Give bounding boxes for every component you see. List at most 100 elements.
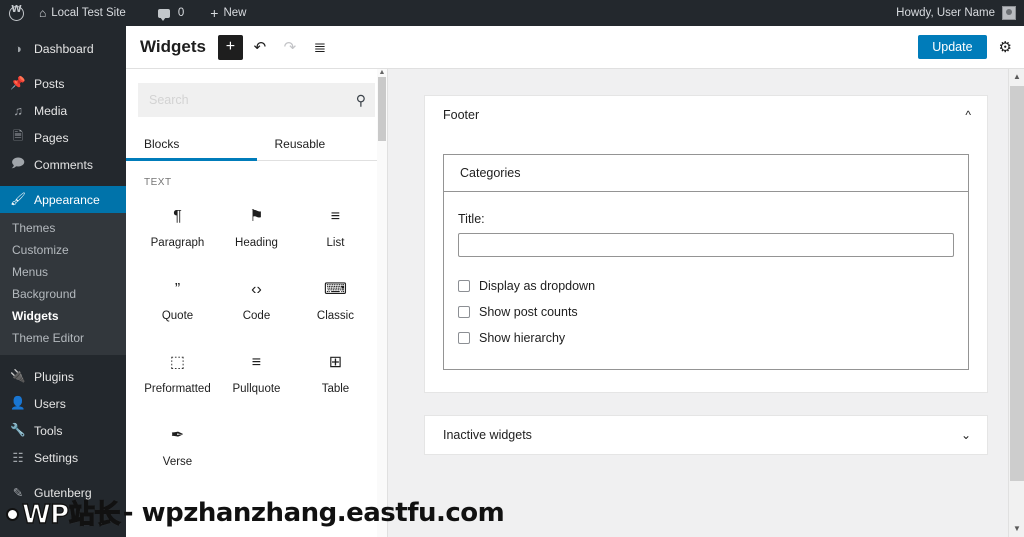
submenu-item-widgets[interactable]: Widgets	[0, 305, 126, 327]
block-item-label: Verse	[163, 456, 192, 468]
scroll-up-arrow-icon[interactable]: ▲	[1009, 69, 1024, 85]
sidebar-item-dashboard[interactable]: ◑ Dashboard	[0, 35, 126, 62]
comments-menu[interactable]: 0	[150, 0, 192, 26]
page-scrollbar-thumb[interactable]	[1010, 86, 1024, 481]
comment-bubble-icon	[158, 9, 170, 18]
block-grid: ¶ Paragraph ⚑ Heading ≡ List ” Quote ‹› …	[126, 192, 387, 484]
watermark: WP站长 - wpzhanzhang.eastfu.com	[6, 494, 504, 531]
option-display-as-dropdown[interactable]: Display as dropdown	[458, 279, 954, 293]
update-button[interactable]: Update	[918, 35, 986, 60]
footer-panel-header[interactable]: Footer ^	[425, 96, 987, 134]
account-menu[interactable]: Howdy, User Name	[896, 6, 1024, 20]
block-item-paragraph[interactable]: ¶ Paragraph	[138, 192, 217, 265]
list-view-button[interactable]: ≣	[307, 34, 333, 60]
option-label: Display as dropdown	[479, 279, 595, 293]
block-item-classic[interactable]: ⌨ Classic	[296, 265, 375, 338]
block-item-preformatted[interactable]: ⬚ Preformatted	[138, 338, 217, 411]
comment-count: 0	[178, 7, 184, 19]
undo-button[interactable]: ↶	[247, 34, 273, 60]
plus-icon: +	[226, 39, 235, 55]
block-item-quote[interactable]: ” Quote	[138, 265, 217, 338]
settings-gear-button[interactable]: ⚙	[999, 38, 1012, 56]
sidebar-item-label: Media	[34, 104, 67, 118]
block-item-list[interactable]: ≡ List	[296, 192, 375, 265]
option-show-hierarchy[interactable]: Show hierarchy	[458, 331, 954, 345]
sidebar-item-posts[interactable]: 📌 Posts	[0, 70, 126, 97]
title-input[interactable]	[458, 233, 954, 257]
site-name-menu[interactable]: ⌂ Local Test Site	[31, 0, 134, 26]
sidebar-item-comments[interactable]: 🗩 Comments	[0, 151, 126, 178]
wordpress-widgets-screen: ⌂ Local Test Site 0 + New Howdy, User Na…	[0, 0, 1024, 537]
inactive-panel-header[interactable]: Inactive widgets ⌄	[425, 416, 987, 454]
block-item-pullquote[interactable]: ≡ Pullquote	[217, 338, 296, 411]
sidebar-item-users[interactable]: 👤 Users	[0, 390, 126, 417]
user-icon: 👤	[10, 396, 26, 411]
checkbox[interactable]	[458, 280, 470, 292]
block-item-code[interactable]: ‹› Code	[217, 265, 296, 338]
sidebar-item-settings[interactable]: ☷ Settings	[0, 444, 126, 471]
sidebar-item-label: Comments	[34, 158, 93, 172]
watermark-outline-text: WP站长	[22, 494, 120, 531]
scroll-up-arrow-icon[interactable]: ▲	[378, 69, 386, 76]
block-item-table[interactable]: ⊞ Table	[296, 338, 375, 411]
checkbox[interactable]	[458, 306, 470, 318]
pin-icon: 📌	[10, 76, 26, 91]
block-inserter-toggle-button[interactable]: +	[218, 35, 243, 60]
block-item-label: Preformatted	[144, 383, 210, 395]
wordpress-logo-button[interactable]	[0, 0, 31, 26]
widget-categories-form: Title: Display as dropdown Show post cou…	[444, 192, 968, 369]
redo-button[interactable]: ↷	[277, 34, 303, 60]
sidebar-item-appearance[interactable]: 🖌 Appearance	[0, 186, 126, 213]
verse-feather-icon: ✒	[171, 427, 184, 444]
search-area: Search ⚲	[126, 69, 387, 117]
block-item-heading[interactable]: ⚑ Heading	[217, 192, 296, 265]
page-scrollbar[interactable]: ▲ ▼	[1008, 69, 1024, 537]
chevron-up-icon[interactable]: ^	[965, 108, 971, 122]
heading-bookmark-icon: ⚑	[249, 208, 263, 225]
widget-categories-title[interactable]: Categories	[444, 155, 968, 192]
inserter-scrollbar-thumb[interactable]	[378, 77, 386, 141]
watermark-url-text: - wpzhanzhang.eastfu.com	[123, 498, 505, 528]
sidebar-item-tools[interactable]: 🔧 Tools	[0, 417, 126, 444]
appearance-submenu: Themes Customize Menus Background Widget…	[0, 213, 126, 355]
sidebar-item-pages[interactable]: 🗎 Pages	[0, 124, 126, 151]
wordpress-logo-icon	[9, 6, 24, 21]
widget-areas-container: Footer ^ Categories Title: Display as dr…	[388, 69, 1008, 537]
preformatted-icon: ⬚	[170, 354, 185, 371]
sidebar-item-label: Appearance	[34, 193, 100, 207]
scroll-down-arrow-icon[interactable]: ▼	[1009, 521, 1024, 537]
page-title: Widgets	[140, 37, 206, 57]
submenu-item-menus[interactable]: Menus	[0, 261, 126, 283]
widget-categories: Categories Title: Display as dropdown Sh	[443, 154, 969, 370]
inserter-tabs: Blocks Reusable	[126, 131, 387, 161]
block-item-label: Pullquote	[232, 383, 280, 395]
widget-options: Display as dropdown Show post counts Sho…	[458, 279, 954, 345]
chevron-down-icon[interactable]: ⌄	[961, 428, 971, 442]
submenu-item-themes[interactable]: Themes	[0, 217, 126, 239]
code-icon: ‹›	[251, 281, 262, 298]
sidebar-item-plugins[interactable]: 🔌 Plugins	[0, 363, 126, 390]
search-icon: ⚲	[356, 92, 366, 109]
submenu-item-customize[interactable]: Customize	[0, 239, 126, 261]
sidebar-item-media[interactable]: ♫ Media	[0, 97, 126, 124]
watermark-dot-icon	[6, 508, 19, 521]
tab-blocks[interactable]: Blocks	[126, 131, 257, 160]
new-content-menu[interactable]: + New	[202, 0, 254, 26]
inserter-scrollbar[interactable]: ▲	[377, 69, 387, 537]
tab-reusable[interactable]: Reusable	[257, 131, 388, 160]
footer-panel-body: Categories Title: Display as dropdown Sh	[425, 134, 987, 392]
plus-icon: +	[210, 6, 218, 20]
plugin-icon: 🔌	[10, 369, 26, 384]
quote-icon: ”	[175, 281, 180, 298]
sidebar-item-label: Dashboard	[34, 42, 94, 56]
paragraph-icon: ¶	[173, 208, 182, 225]
search-input[interactable]: Search ⚲	[138, 83, 375, 117]
undo-icon: ↶	[254, 38, 267, 56]
classic-keyboard-icon: ⌨	[324, 281, 347, 298]
submenu-item-background[interactable]: Background	[0, 283, 126, 305]
block-item-verse[interactable]: ✒ Verse	[138, 411, 217, 484]
checkbox[interactable]	[458, 332, 470, 344]
redo-icon: ↷	[284, 38, 297, 56]
submenu-item-theme-editor[interactable]: Theme Editor	[0, 327, 126, 349]
option-show-post-counts[interactable]: Show post counts	[458, 305, 954, 319]
